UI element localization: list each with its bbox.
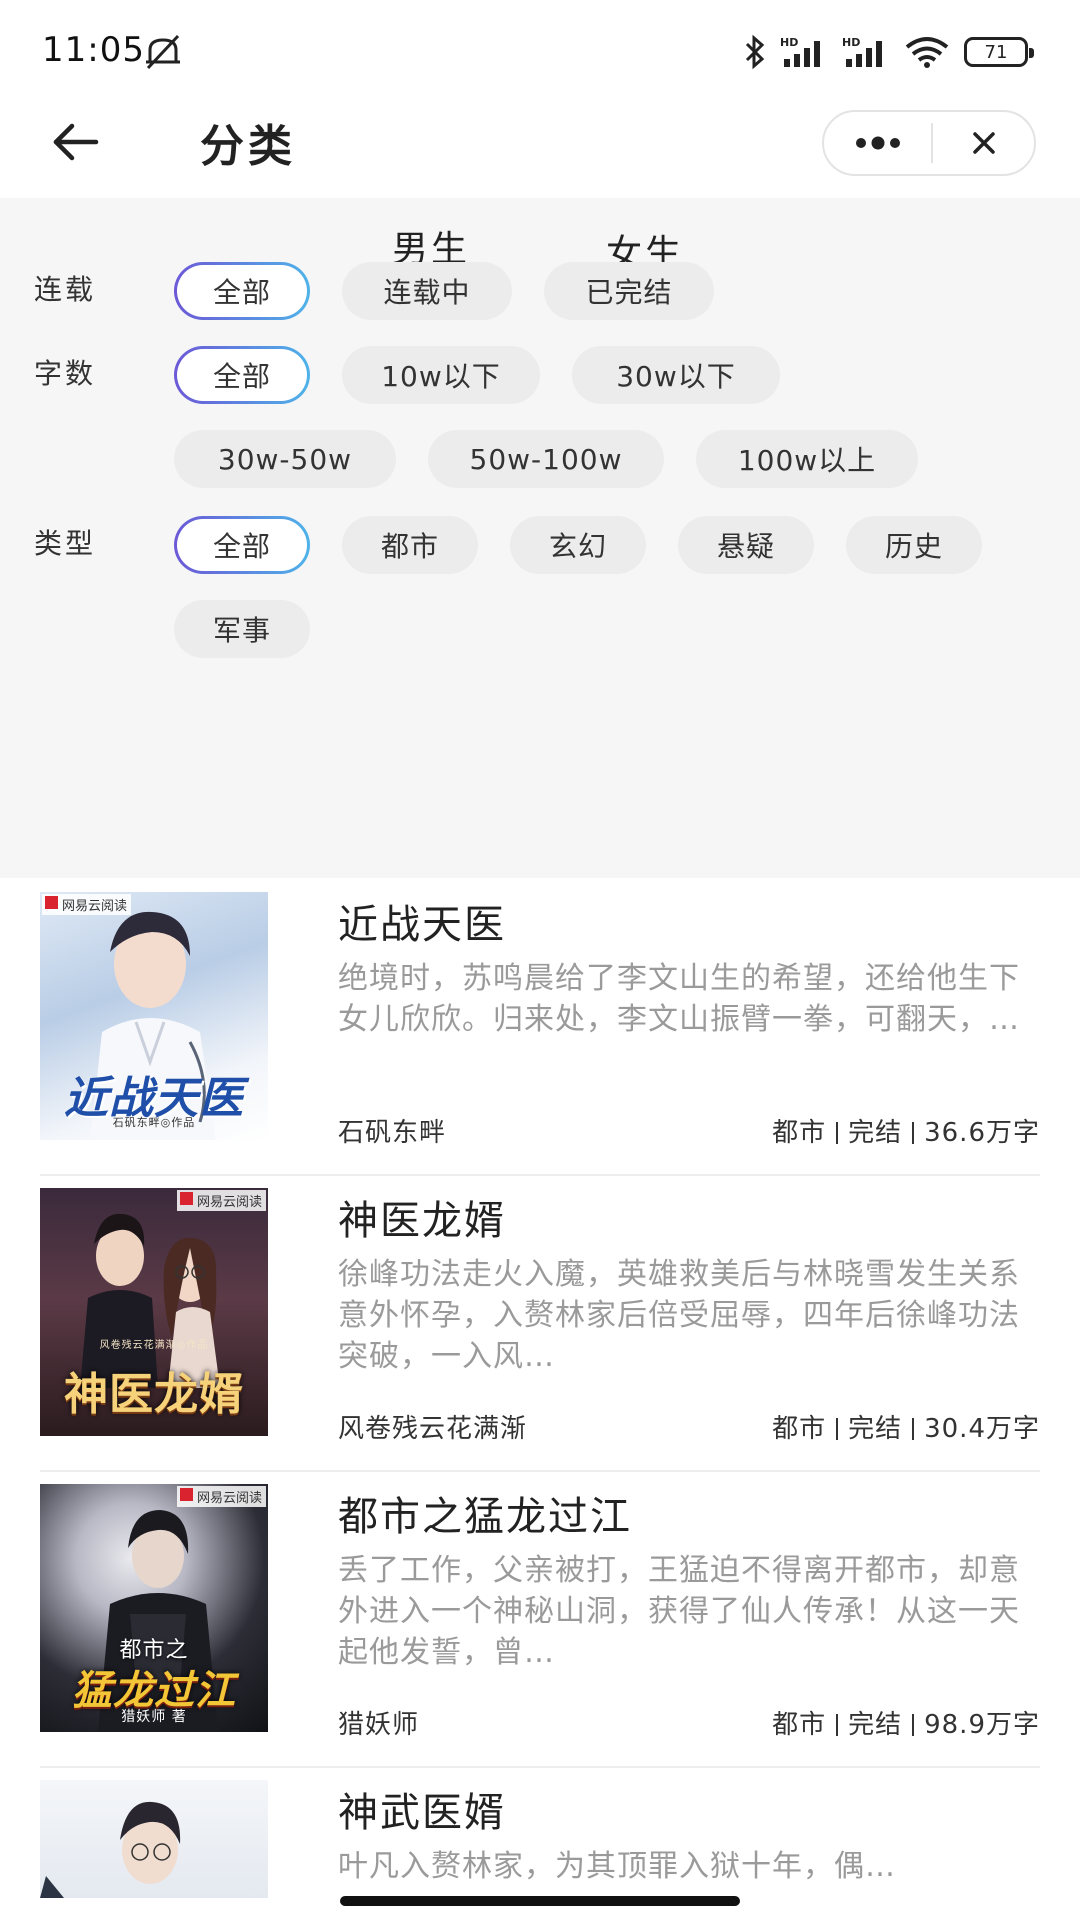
status-time: 11:05 [42, 30, 145, 70]
book-author: 风卷残云花满渐 [338, 1414, 528, 1444]
filter-label-status: 连载 [34, 273, 97, 306]
book-title: 神武医婿 [338, 1790, 506, 1836]
meta-divider [912, 1418, 915, 1440]
gender-tabs: 男生 女生 [0, 220, 1080, 299]
book-title: 近战天医 [338, 902, 506, 948]
chip-status-completed[interactable]: 已完结 [544, 262, 714, 320]
home-indicator [340, 1896, 740, 1906]
cover-publisher-logo: 网易云阅读 [42, 894, 132, 915]
battery-icon: 71 [964, 37, 1034, 67]
signal-hd-icon: HD [780, 36, 820, 67]
chip-words-all[interactable]: 全部 [174, 346, 310, 404]
chip-genre-history[interactable]: 历史 [846, 516, 982, 574]
book-meta: 都市 完结 98.9万字 [772, 1704, 1040, 1741]
book-word-count: 36.6万字 [924, 1118, 1040, 1148]
status-icons: HD HD 71 [744, 32, 1034, 72]
chip-words-over-100w[interactable]: 100w以上 [696, 430, 918, 488]
cover-subtitle: 石矾东畔◎作品 [112, 1116, 196, 1129]
book-description: 绝境时，苏鸣晨给了李文山生的希望，还给他生下女儿欣欣。归来处，李文山振臂一拳，可… [338, 961, 1020, 1037]
close-icon [972, 132, 995, 154]
chip-status-all[interactable]: 全部 [174, 262, 310, 320]
header: 分类 [0, 100, 1080, 198]
book-genre: 都市 [772, 1414, 827, 1444]
book-word-count: 30.4万字 [924, 1414, 1040, 1444]
svg-text:HD: HD [842, 36, 860, 49]
book-meta: 都市 完结 36.6万字 [772, 1112, 1040, 1149]
book-status: 完结 [848, 1414, 903, 1444]
bluetooth-icon [745, 35, 765, 69]
book-cover [40, 1780, 268, 1898]
mini-program-capsule [822, 110, 1036, 176]
chip-words-under-30w[interactable]: 30w以下 [572, 346, 780, 404]
more-button[interactable] [824, 112, 931, 174]
book-status: 完结 [848, 1118, 903, 1148]
cover-publisher-logo: 网易云阅读 [176, 1190, 266, 1211]
chip-words-50w-100w[interactable]: 50w-100w [428, 430, 664, 488]
meta-divider [836, 1418, 839, 1440]
book-word-count: 98.9万字 [924, 1710, 1040, 1740]
status-bar: 11:05 HD HD 71 [0, 0, 1080, 100]
chip-genre-all[interactable]: 全部 [174, 516, 310, 574]
filter-label-genre: 类型 [34, 527, 97, 560]
book-genre: 都市 [772, 1118, 827, 1148]
mute-icon [146, 34, 180, 70]
book-item[interactable]: 网易云阅读 风卷残云花满渐◎作品 神医龙婿 神医龙婿 徐峰功法走火入魔，英雄救美… [40, 1176, 1040, 1472]
close-button[interactable] [933, 112, 1034, 174]
book-cover: 网易云阅读 近战天医 石矾东畔◎作品 [40, 892, 268, 1140]
book-author: 猎妖师 [338, 1710, 420, 1740]
book-item[interactable]: 网易云阅读 近战天医 石矾东畔◎作品 近战天医 绝境时，苏鸣晨给了李文山生的希望… [40, 880, 1040, 1176]
book-cover: 网易云阅读 风卷残云花满渐◎作品 神医龙婿 [40, 1188, 268, 1436]
book-description: 徐峰功法走火入魔，英雄救美后与林晓雪发生关系意外怀孕，入赘林家后倍受屈辱，四年后… [338, 1257, 1020, 1374]
cover-subtitle: 风卷残云花满渐◎作品 [99, 1340, 209, 1351]
signal-hd-icon: HD [842, 36, 882, 67]
chip-genre-fantasy[interactable]: 玄幻 [510, 516, 646, 574]
book-cover: 网易云阅读 都市之 猛龙过江 猎妖师 著 [40, 1484, 268, 1732]
book-title: 都市之猛龙过江 [338, 1494, 632, 1540]
cover-publisher-logo: 网易云阅读 [176, 1486, 266, 1507]
chip-words-30w-50w[interactable]: 30w-50w [174, 430, 396, 488]
more-dots-icon [855, 136, 900, 150]
meta-divider [912, 1714, 915, 1736]
cover-illustration [40, 1801, 181, 1898]
filter-label-words: 字数 [34, 357, 97, 390]
svg-text:HD: HD [780, 36, 798, 49]
meta-divider [836, 1714, 839, 1736]
cover-subtitle: 猎妖师 著 [121, 1709, 187, 1725]
wifi-icon [905, 37, 949, 68]
filter-panel: 男生 女生 连载 全部 连载中 已完结 字数 全部 10w以下 30w以下 30… [0, 198, 1080, 878]
cover-title: 神医龙婿 [64, 1369, 244, 1420]
chip-genre-military[interactable]: 军事 [174, 600, 310, 658]
meta-divider [836, 1122, 839, 1144]
book-genre: 都市 [772, 1710, 827, 1740]
book-meta: 都市 完结 30.4万字 [772, 1408, 1040, 1445]
book-title: 神医龙婿 [338, 1198, 506, 1244]
chip-genre-mystery[interactable]: 悬疑 [678, 516, 814, 574]
book-description: 叶凡入赘林家，为其顶罪入狱十年，偶… [338, 1849, 896, 1884]
book-item[interactable]: 网易云阅读 都市之 猛龙过江 猎妖师 著 都市之猛龙过江 丢了工作，父亲被打，王… [40, 1472, 1040, 1768]
book-status: 完结 [848, 1710, 903, 1740]
battery-level: 71 [984, 41, 1008, 63]
chip-status-ongoing[interactable]: 连载中 [342, 262, 512, 320]
book-description: 丢了工作，父亲被打，王猛迫不得离开都市，却意外进入一个神秘山洞，获得了仙人传承！… [338, 1553, 1020, 1670]
page-title: 分类 [200, 121, 296, 172]
chip-genre-urban[interactable]: 都市 [342, 516, 478, 574]
chip-words-under-10w[interactable]: 10w以下 [342, 346, 540, 404]
book-author: 石矾东畔 [338, 1118, 447, 1148]
arrow-left-icon[interactable] [50, 116, 102, 168]
meta-divider [912, 1122, 915, 1144]
